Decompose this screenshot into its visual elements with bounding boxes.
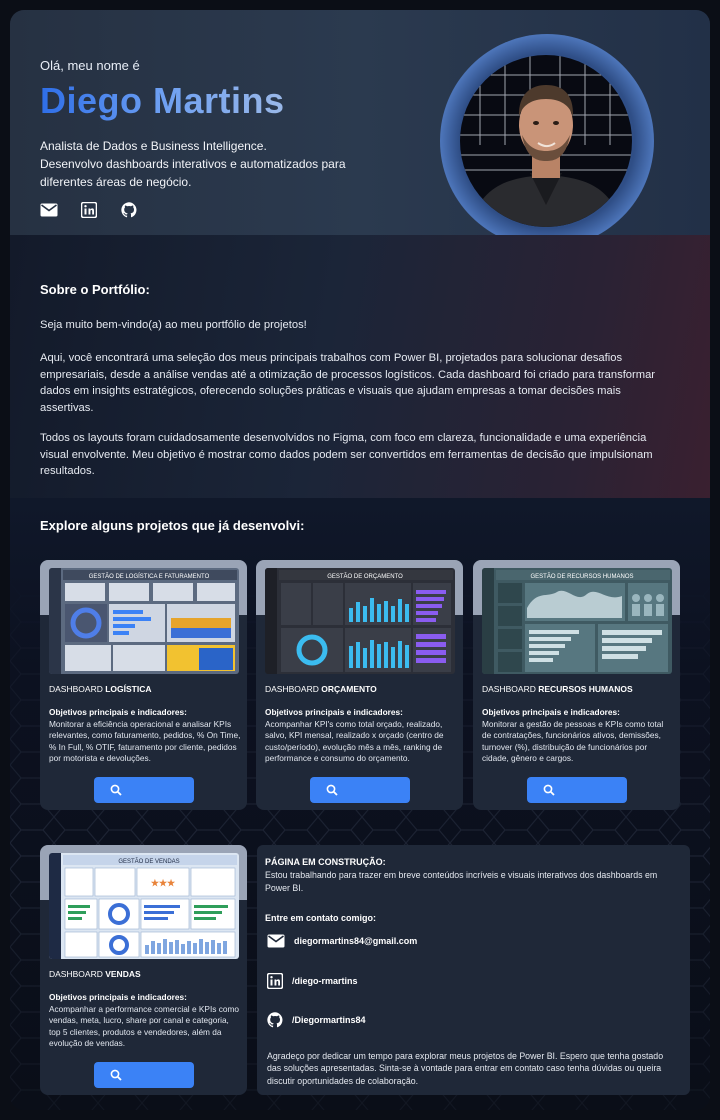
about-paragraph-1: Seja muito bem-vindo(a) ao meu portfólio… [40, 319, 307, 331]
dashboard-title: GESTÃO DE ORÇAMENTO [327, 573, 403, 580]
github-icon[interactable] [120, 201, 138, 219]
linkedin-icon[interactable] [80, 201, 98, 219]
view-dashboard-button[interactable] [94, 1062, 194, 1088]
dashboard-title: GESTÃO DE LOGÍSTICA E FATURAMENTO [89, 573, 210, 580]
projects-heading: Explore alguns projetos que já desenvolv… [40, 518, 305, 533]
contact-github[interactable]: /Diegormartins84 [267, 1012, 366, 1028]
search-icon [543, 784, 555, 796]
project-title-name: LOGÍSTICA [105, 684, 152, 694]
objectives-label: Objetivos principais e indicadores: [49, 992, 187, 1002]
mail-icon [267, 934, 285, 948]
project-description: Objetivos principais e indicadores: Acomp… [265, 707, 457, 765]
project-title: DASHBOARD LOGÍSTICA [49, 684, 152, 694]
thanks-text: Agradeço por dedicar um tempo para explo… [267, 1051, 664, 1086]
contact-linkedin[interactable]: /diego-rmartins [267, 973, 358, 989]
construction-text: Estou trabalhando para trazer em breve c… [265, 870, 658, 893]
objectives-text: Monitorar a eficiência operacional e ana… [49, 718, 241, 764]
linkedin-link[interactable]: /diego-rmartins [292, 976, 358, 986]
contact-panel: PÁGINA EM CONSTRUÇÃO: Estou trabalhando … [257, 845, 690, 1095]
social-links [40, 201, 138, 219]
dashboard-logo-glyph: ★★★ [151, 878, 176, 888]
linkedin-icon [267, 973, 283, 989]
about-paragraph-3: Todos os layouts foram cuidadosamente de… [40, 432, 653, 477]
dashboard-screenshot[interactable]: GESTÃO DE VENDAS ★★★ [49, 853, 239, 959]
objectives-text: Monitorar a gestão de pessoas e KPIs com… [482, 718, 664, 764]
portfolio-page: Olá, meu nome é Diego Martins Analista d… [10, 10, 710, 1110]
construction-title: PÁGINA EM CONSTRUÇÃO: [265, 857, 386, 867]
person-name: Diego Martins [40, 80, 285, 121]
project-title-name: RECURSOS HUMANOS [538, 684, 633, 694]
project-card-orcamento: GESTÃO DE ORÇAMENTO DASHBOARD ORÇAMENTO … [256, 560, 463, 810]
project-description: Objetivos principais e indicadores: Monit… [49, 707, 241, 765]
profile-illustration [460, 55, 632, 227]
objectives-text: Acompanhar a performance comercial e KPI… [49, 1003, 239, 1049]
project-description: Objetivos principais e indicadores: Monit… [482, 707, 674, 765]
search-icon [110, 1069, 122, 1081]
objectives-label: Objetivos principais e indicadores: [49, 707, 187, 717]
view-dashboard-button[interactable] [527, 777, 627, 803]
project-card-logistica: GESTÃO DE LOGÍSTICA E FATURAMENTO DASHBO… [40, 560, 247, 810]
github-icon [267, 1012, 283, 1028]
dashboard-screenshot[interactable]: GESTÃO DE ORÇAMENTO [265, 568, 455, 674]
about-section: Sobre o Portfólio: Seja muito bem-vindo(… [10, 235, 710, 498]
role-line-2: Desenvolvo dashboards interativos e auto… [40, 157, 346, 189]
project-card-recursos-humanos: GESTÃO DE RECURSOS HUMANOS DASHBOARD REC… [473, 560, 680, 810]
profile-photo [460, 55, 632, 227]
project-title: DASHBOARD VENDAS [49, 969, 141, 979]
project-title-name: ORÇAMENTO [321, 684, 377, 694]
github-link[interactable]: /Diegormartins84 [292, 1015, 366, 1025]
contact-email[interactable]: diegormartins84@gmail.com [267, 934, 417, 948]
role-line-1: Analista de Dados e Business Intelligenc… [40, 139, 267, 153]
email-link[interactable]: diegormartins84@gmail.com [294, 936, 417, 946]
project-title-prefix: DASHBOARD [482, 684, 539, 694]
objectives-label: Objetivos principais e indicadores: [265, 707, 403, 717]
view-dashboard-button[interactable] [94, 777, 194, 803]
about-heading: Sobre o Portfólio: [40, 282, 150, 297]
dashboard-screenshot[interactable]: GESTÃO DE RECURSOS HUMANOS [482, 568, 672, 674]
dashboard-title: GESTÃO DE RECURSOS HUMANOS [530, 573, 633, 580]
project-title-prefix: DASHBOARD [265, 684, 322, 694]
search-icon [110, 784, 122, 796]
greeting: Olá, meu nome é [40, 58, 140, 73]
mail-icon[interactable] [40, 201, 58, 219]
dashboard-screenshot[interactable]: GESTÃO DE LOGÍSTICA E FATURAMENTO [49, 568, 239, 674]
project-description: Objetivos principais e indicadores: Acomp… [49, 992, 241, 1050]
objectives-label: Objetivos principais e indicadores: [482, 707, 620, 717]
contact-title: Entre em contato comigo: [265, 913, 377, 923]
objectives-text: Acompanhar KPI's como total orçado, real… [265, 718, 444, 764]
project-title: DASHBOARD RECURSOS HUMANOS [482, 684, 633, 694]
project-title-prefix: DASHBOARD [49, 969, 106, 979]
dashboard-title: GESTÃO DE VENDAS [118, 858, 179, 865]
project-card-vendas: GESTÃO DE VENDAS ★★★ DASHBOARD VENDAS Ob… [40, 845, 247, 1095]
search-icon [326, 784, 338, 796]
about-paragraph-2: Aqui, você encontrará uma seleção dos me… [40, 352, 656, 414]
project-title-name: VENDAS [105, 969, 141, 979]
project-title: DASHBOARD ORÇAMENTO [265, 684, 377, 694]
role-description: Analista de Dados e Business Intelligenc… [40, 137, 360, 191]
project-title-prefix: DASHBOARD [49, 684, 106, 694]
view-dashboard-button[interactable] [310, 777, 410, 803]
